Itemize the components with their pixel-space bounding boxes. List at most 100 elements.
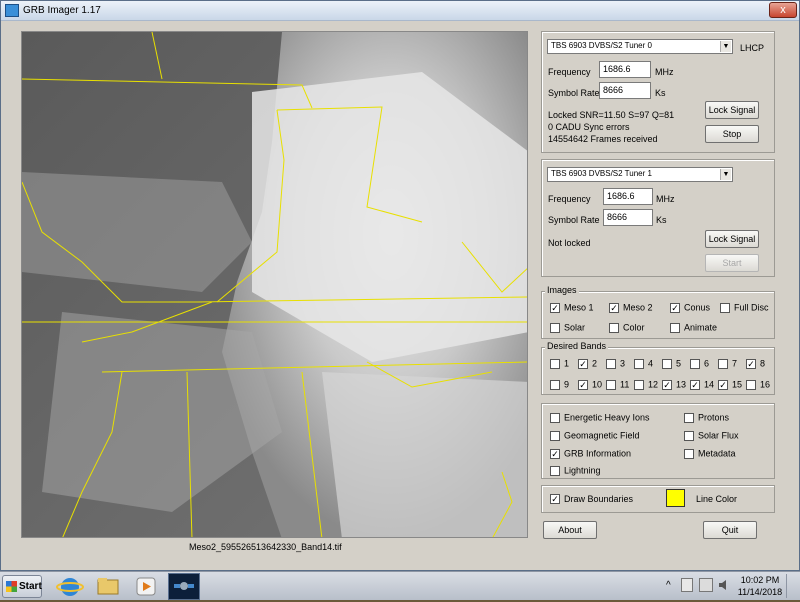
images-legend: Images [545,285,579,295]
tuner0-status-line1: Locked SNR=11.50 S=97 Q=81 [548,110,675,120]
images-checkbox-full-disc[interactable]: Full Disc [720,302,769,313]
images-checkbox-conus-label: Conus [684,302,711,313]
band-checkbox-2[interactable]: ✓ 2 [578,358,597,369]
clock-date[interactable]: 11/14/2018 [736,587,784,597]
band-checkbox-1[interactable]: 1 [550,358,569,369]
tuner0-lock-signal-button[interactable]: Lock Signal [705,101,759,119]
band-checkbox-5[interactable]: 5 [662,358,681,369]
windows-logo-icon [6,581,17,592]
product-checkbox-metadata[interactable]: Metadata [684,448,736,459]
band-checkbox-16[interactable]: 16 [746,379,770,390]
band-checkbox-8[interactable]: ✓ 8 [746,358,765,369]
tuner1-frequency-input[interactable]: 1686.6 [603,188,653,205]
clock-time[interactable]: 10:02 PM [738,575,782,585]
images-checkbox-meso-1-label: Meso 1 [564,302,594,313]
tuner1-status: Not locked [548,238,591,248]
network-icon[interactable] [699,578,713,592]
images-checkbox-color[interactable]: Color [609,322,645,333]
title-bar[interactable]: GRB Imager 1.17 x [1,1,799,21]
product-checkbox-lightning[interactable]: Lightning [550,465,601,476]
band-checkbox-12-label: 12 [648,379,659,390]
tuner1-device-value: TBS 6903 DVBS/S2 Tuner 1 [551,169,652,178]
product-checkbox-geomagnetic-field[interactable]: Geomagnetic Field [550,430,640,441]
images-checkbox-meso-2-label: Meso 2 [623,302,653,313]
draw-boundaries-checkbox[interactable]: ✓ [550,494,560,504]
product-checkbox-energetic-heavy-ions-box [550,412,560,423]
draw-boundaries-label: Draw Boundaries [564,494,634,504]
grb-imager-task-icon[interactable] [168,573,200,600]
product-checkbox-grb-information[interactable]: ✓ GRB Information [550,448,631,459]
chevron-down-icon: ▼ [720,169,731,180]
product-checkbox-lightning-box [550,465,560,476]
band-checkbox-12[interactable]: 12 [634,379,658,390]
window-title: GRB Imager 1.17 [23,5,101,16]
product-checkbox-lightning-label: Lightning [564,465,601,476]
band-checkbox-11[interactable]: 11 [606,379,629,390]
show-desktop-button[interactable] [786,574,798,598]
file-explorer-icon[interactable] [92,573,124,600]
tuner1-device-select[interactable]: TBS 6903 DVBS/S2 Tuner 1 ▼ [547,167,733,182]
image-filename: Meso2_595526513642330_Band14.tif [189,542,342,552]
close-button[interactable]: x [769,2,797,18]
tuner0-stop-button[interactable]: Stop [705,125,759,143]
tuner1-symbol-rate-label: Symbol Rate [548,215,600,225]
images-checkbox-solar[interactable]: Solar [550,322,585,333]
tuner0-device-value: TBS 6903 DVBS/S2 Tuner 0 [551,41,652,50]
tuner0-device-select[interactable]: TBS 6903 DVBS/S2 Tuner 0 ▼ [547,39,733,54]
internet-explorer-icon[interactable] [54,573,86,600]
start-button[interactable]: Start [2,575,42,598]
band-checkbox-6-label: 6 [704,358,710,369]
product-checkbox-solar-flux[interactable]: Solar Flux [684,430,739,441]
band-checkbox-15[interactable]: ✓ 15 [718,379,742,390]
band-checkbox-9-box [550,379,560,390]
tuner0-symbol-rate-input[interactable]: 8666 [599,82,651,99]
band-checkbox-16-box [746,379,756,390]
band-checkbox-5-label: 5 [676,358,682,369]
images-checkbox-conus[interactable]: ✓ Conus [670,302,710,313]
product-checkbox-grb-information-label: GRB Information [564,448,632,459]
action-center-icon[interactable] [681,578,693,592]
volume-icon[interactable] [718,578,730,592]
band-checkbox-3-box [606,358,616,369]
band-checkbox-4[interactable]: 4 [634,358,653,369]
band-checkbox-10[interactable]: ✓ 10 [578,379,602,390]
about-button[interactable]: About [543,521,597,539]
tray-chevron-icon[interactable]: ^ [666,580,671,591]
quit-button[interactable]: Quit [703,521,757,539]
product-checkbox-protons[interactable]: Protons [684,412,729,423]
images-checkbox-meso-1[interactable]: ✓ Meso 1 [550,302,594,313]
band-checkbox-3[interactable]: 3 [606,358,625,369]
product-checkbox-geomagnetic-field-box [550,430,560,441]
product-checkbox-energetic-heavy-ions-label: Energetic Heavy Ions [564,412,650,423]
tuner1-start-button[interactable]: Start [705,254,759,272]
band-checkbox-14-box: ✓ [690,379,700,390]
band-checkbox-16-label: 16 [760,379,771,390]
tuner0-status-line3: 14554642 Frames received [548,134,658,144]
images-checkbox-meso-2[interactable]: ✓ Meso 2 [609,302,653,313]
media-player-icon[interactable] [130,573,162,600]
band-checkbox-14[interactable]: ✓ 14 [690,379,714,390]
tuner0-frequency-input[interactable]: 1686.6 [599,61,651,78]
band-checkbox-12-box [634,379,644,390]
chevron-down-icon: ▼ [720,41,731,52]
band-checkbox-9[interactable]: 9 [550,379,569,390]
images-checkbox-meso-2-box: ✓ [609,302,619,313]
tuner0-frequency-label: Frequency [548,67,591,77]
band-checkbox-13[interactable]: ✓ 13 [662,379,686,390]
band-checkbox-6[interactable]: 6 [690,358,709,369]
images-checkbox-solar-box [550,322,560,333]
band-checkbox-5-box [662,358,672,369]
product-checkbox-energetic-heavy-ions[interactable]: Energetic Heavy Ions [550,412,650,423]
band-checkbox-7[interactable]: 7 [718,358,737,369]
band-checkbox-1-box [550,358,560,369]
band-checkbox-7-box [718,358,728,369]
images-checkbox-animate[interactable]: Animate [670,322,717,333]
product-checkbox-solar-flux-box [684,430,694,441]
tuner1-lock-signal-button[interactable]: Lock Signal [705,230,759,248]
images-checkbox-full-disc-label: Full Disc [734,302,769,313]
line-color-swatch[interactable] [666,489,685,507]
satellite-image-render [22,32,527,537]
band-checkbox-4-box [634,358,644,369]
band-checkbox-11-label: 11 [620,379,630,390]
tuner1-symbol-rate-input[interactable]: 8666 [603,209,653,226]
